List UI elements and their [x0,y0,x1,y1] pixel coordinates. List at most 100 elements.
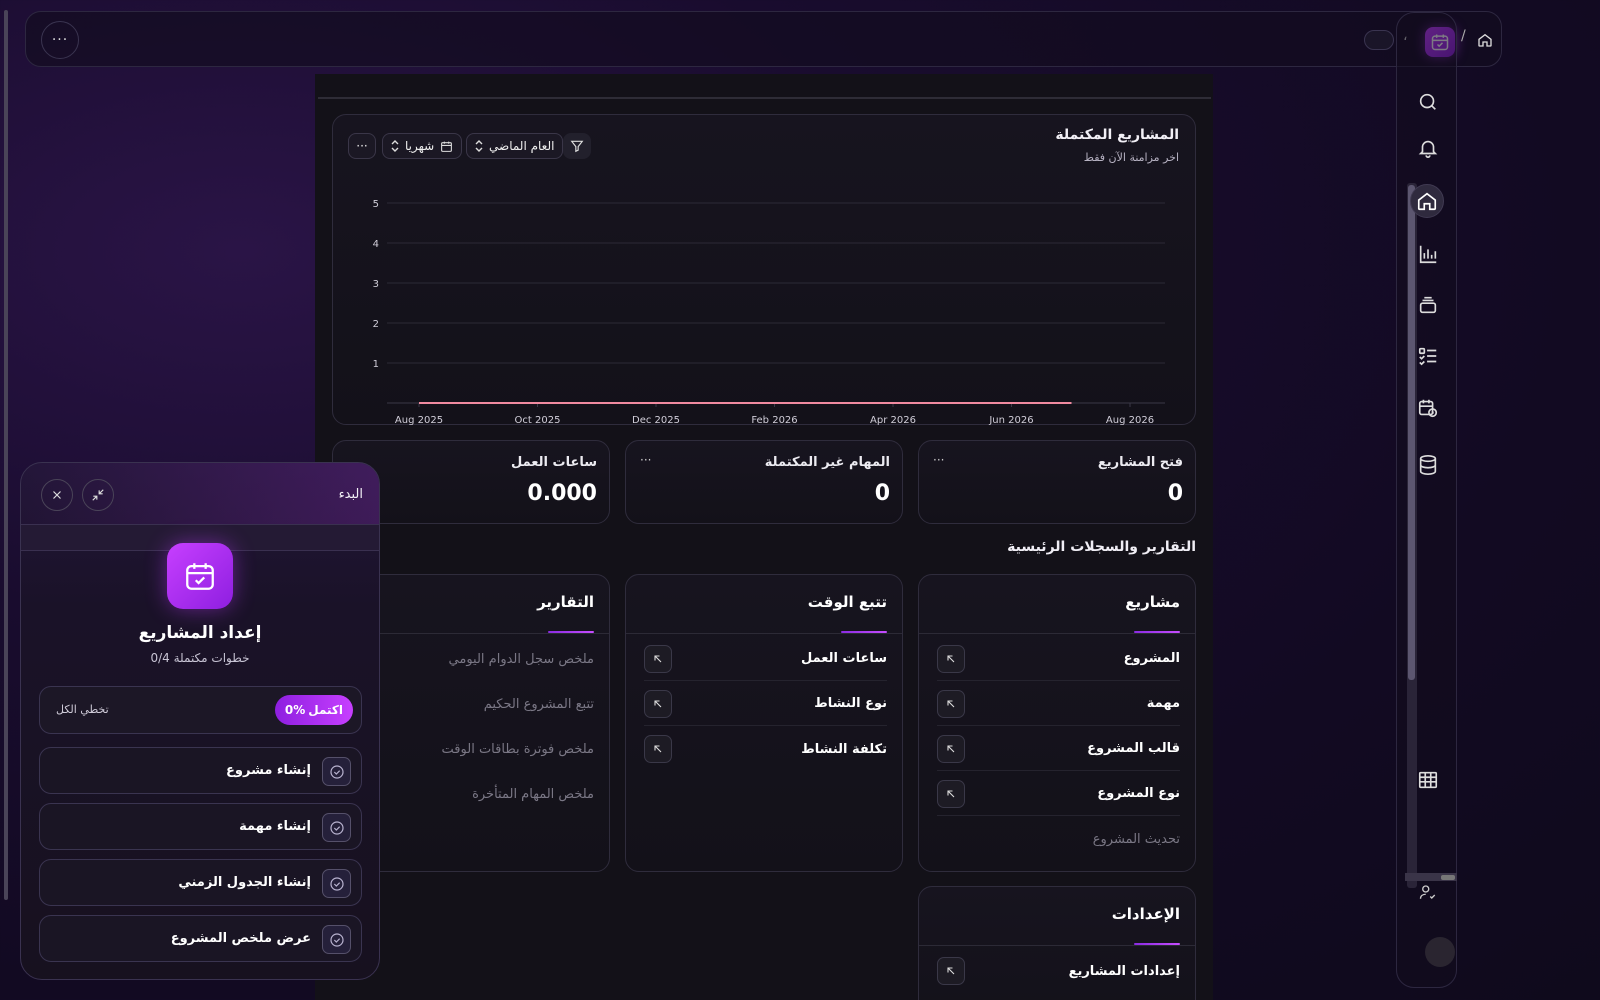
list-item[interactable]: قالب المشروع [937,727,1180,771]
check-circle-icon [329,764,344,779]
layers-icon [1419,296,1437,314]
main-content: المشاريع المكتملة اخر مزامنة الآن فقط ··… [315,74,1213,1000]
filter-button[interactable] [563,133,591,159]
stat-value: 0 [874,481,890,506]
home-icon [1417,192,1437,211]
nav-table[interactable] [1411,763,1445,797]
home-icon [1478,33,1492,47]
stat-more-button[interactable]: ··· [640,453,651,467]
y-tick-label: 2 [373,319,379,330]
arrow-up-left-icon [947,967,955,975]
bell-icon [1418,140,1438,158]
list-item[interactable]: مهمة [937,682,1180,726]
skip-all-button[interactable]: تخطي الكل [56,703,109,716]
x-tick-label: Aug 2026 [1106,415,1154,425]
arrow-up-left-icon [947,699,955,707]
step-check[interactable] [322,757,351,786]
top-bar: ··· ، / [25,11,1502,67]
list-item-label: تحديث المشروع [1092,831,1180,847]
rail-h-scroll-thumb[interactable] [1441,875,1455,880]
nav-home[interactable] [1410,184,1444,218]
setup-step[interactable]: إنشاء مهمة [39,803,362,850]
step-check[interactable] [322,813,351,842]
card-divider [919,945,1195,946]
setup-step[interactable]: إنشاء الجدول الزمني [39,859,362,906]
list-item-label: ملخص المهام المتأخرة [472,786,594,802]
step-label: إنشاء مهمة [239,819,311,834]
open-link-button[interactable] [644,644,672,673]
open-link-button[interactable] [937,734,965,763]
y-tick-label: 3 [373,279,379,290]
header-divider [318,97,1211,99]
list-item-label: تكلفة النشاط [801,741,887,757]
setup-heading: إعداد المشاريع [138,623,262,643]
x-tick-label: Aug 2025 [395,415,443,425]
open-link-button[interactable] [937,689,965,718]
list-item[interactable]: ملخص المهام المتأخرة [351,772,594,816]
list-item-label: ملخص سجل الدوام اليومي [448,651,594,667]
interval-select-value: شهريا [405,139,435,153]
settings-card: الإعدادات إعدادات المشاريع [918,886,1196,1000]
list-item[interactable]: ملخص فوترة بطاقات الوقت [351,727,594,771]
arrow-up-left-icon [654,745,662,753]
setup-step[interactable]: عرض ملخص المشروع [39,915,362,962]
nav-tasks[interactable] [1411,339,1445,373]
chart-more-button[interactable]: ··· [348,133,376,159]
nav-notifications[interactable] [1411,131,1445,165]
x-tick-label: Jun 2026 [988,415,1033,425]
steps-progress-text: 0/4 خطوات مكتملة [150,651,250,665]
list-item-label: تتبع المشروع الحكيم [483,696,594,712]
list-item[interactable]: تكلفة النشاط [644,727,887,771]
more-menu-button[interactable]: ··· [41,21,79,59]
y-tick-label: 1 [373,359,379,370]
list-item[interactable]: ساعات العمل [644,637,887,681]
card-title: تتبع الوقت [807,593,887,611]
close-button[interactable] [41,479,73,511]
list-item[interactable]: ملخص سجل الدوام اليومي [351,637,594,681]
chart-subtitle: اخر مزامنة الآن فقط [1083,151,1179,164]
nav-reports[interactable] [1411,237,1445,271]
open-link-button[interactable] [644,735,672,763]
step-check[interactable] [322,925,351,954]
card-title: الإعدادات [1111,905,1180,923]
card-title: التقارير [537,593,594,611]
list-item[interactable]: إعدادات المشاريع [937,949,1180,993]
minimize-button[interactable] [82,479,114,511]
arrow-up-left-icon [947,654,955,662]
arrow-up-left-icon [947,744,955,752]
open-link-button[interactable] [644,689,672,718]
step-check[interactable] [322,869,351,898]
completed-projects-line-chart: 1 2 3 4 5 Aug 2025 Oct 2025 Dec 2025 Feb 2026 Apr… [373,199,1165,425]
stat-more-button[interactable]: ··· [933,453,944,467]
nav-user-settings[interactable] [1411,875,1445,909]
projects-card: مشاريع المشروع مهمة قالب المشروع نوع الم… [918,574,1196,872]
interval-select[interactable]: شهريا [382,133,463,159]
open-link-button[interactable] [937,644,965,673]
list-item[interactable]: المشروع [937,637,1180,681]
chevron-updown-icon [475,140,483,152]
open-link-button[interactable] [937,957,965,985]
check-circle-icon [329,876,344,891]
list-item[interactable]: نوع المشروع [937,772,1180,816]
breadcrumb-home[interactable] [1474,29,1496,51]
arrow-up-left-icon [947,789,955,797]
list-item[interactable]: نوع النشاط [644,682,887,726]
list-item[interactable]: تحديث المشروع [937,817,1180,861]
table-icon [1418,771,1438,789]
page-scrollbar[interactable] [4,10,8,900]
list-item[interactable]: تتبع المشروع الحكيم [351,682,594,726]
user-avatar[interactable] [1425,937,1455,967]
list-item-label: قالب المشروع [1087,741,1180,756]
setup-step[interactable]: إنشاء مشروع [39,747,362,794]
open-link-button[interactable] [937,779,965,808]
range-select[interactable]: العام الماضي [466,133,564,159]
nav-search[interactable] [1411,85,1445,119]
side-nav-rail [1396,12,1457,988]
nav-timesheet[interactable] [1411,391,1445,425]
toggle-pill[interactable] [1364,30,1394,50]
calendar-icon [441,141,453,152]
close-icon [53,491,61,499]
nav-layers[interactable] [1411,288,1445,322]
stat-label: المهام غير المكتملة [764,455,890,470]
nav-database[interactable] [1411,448,1445,482]
